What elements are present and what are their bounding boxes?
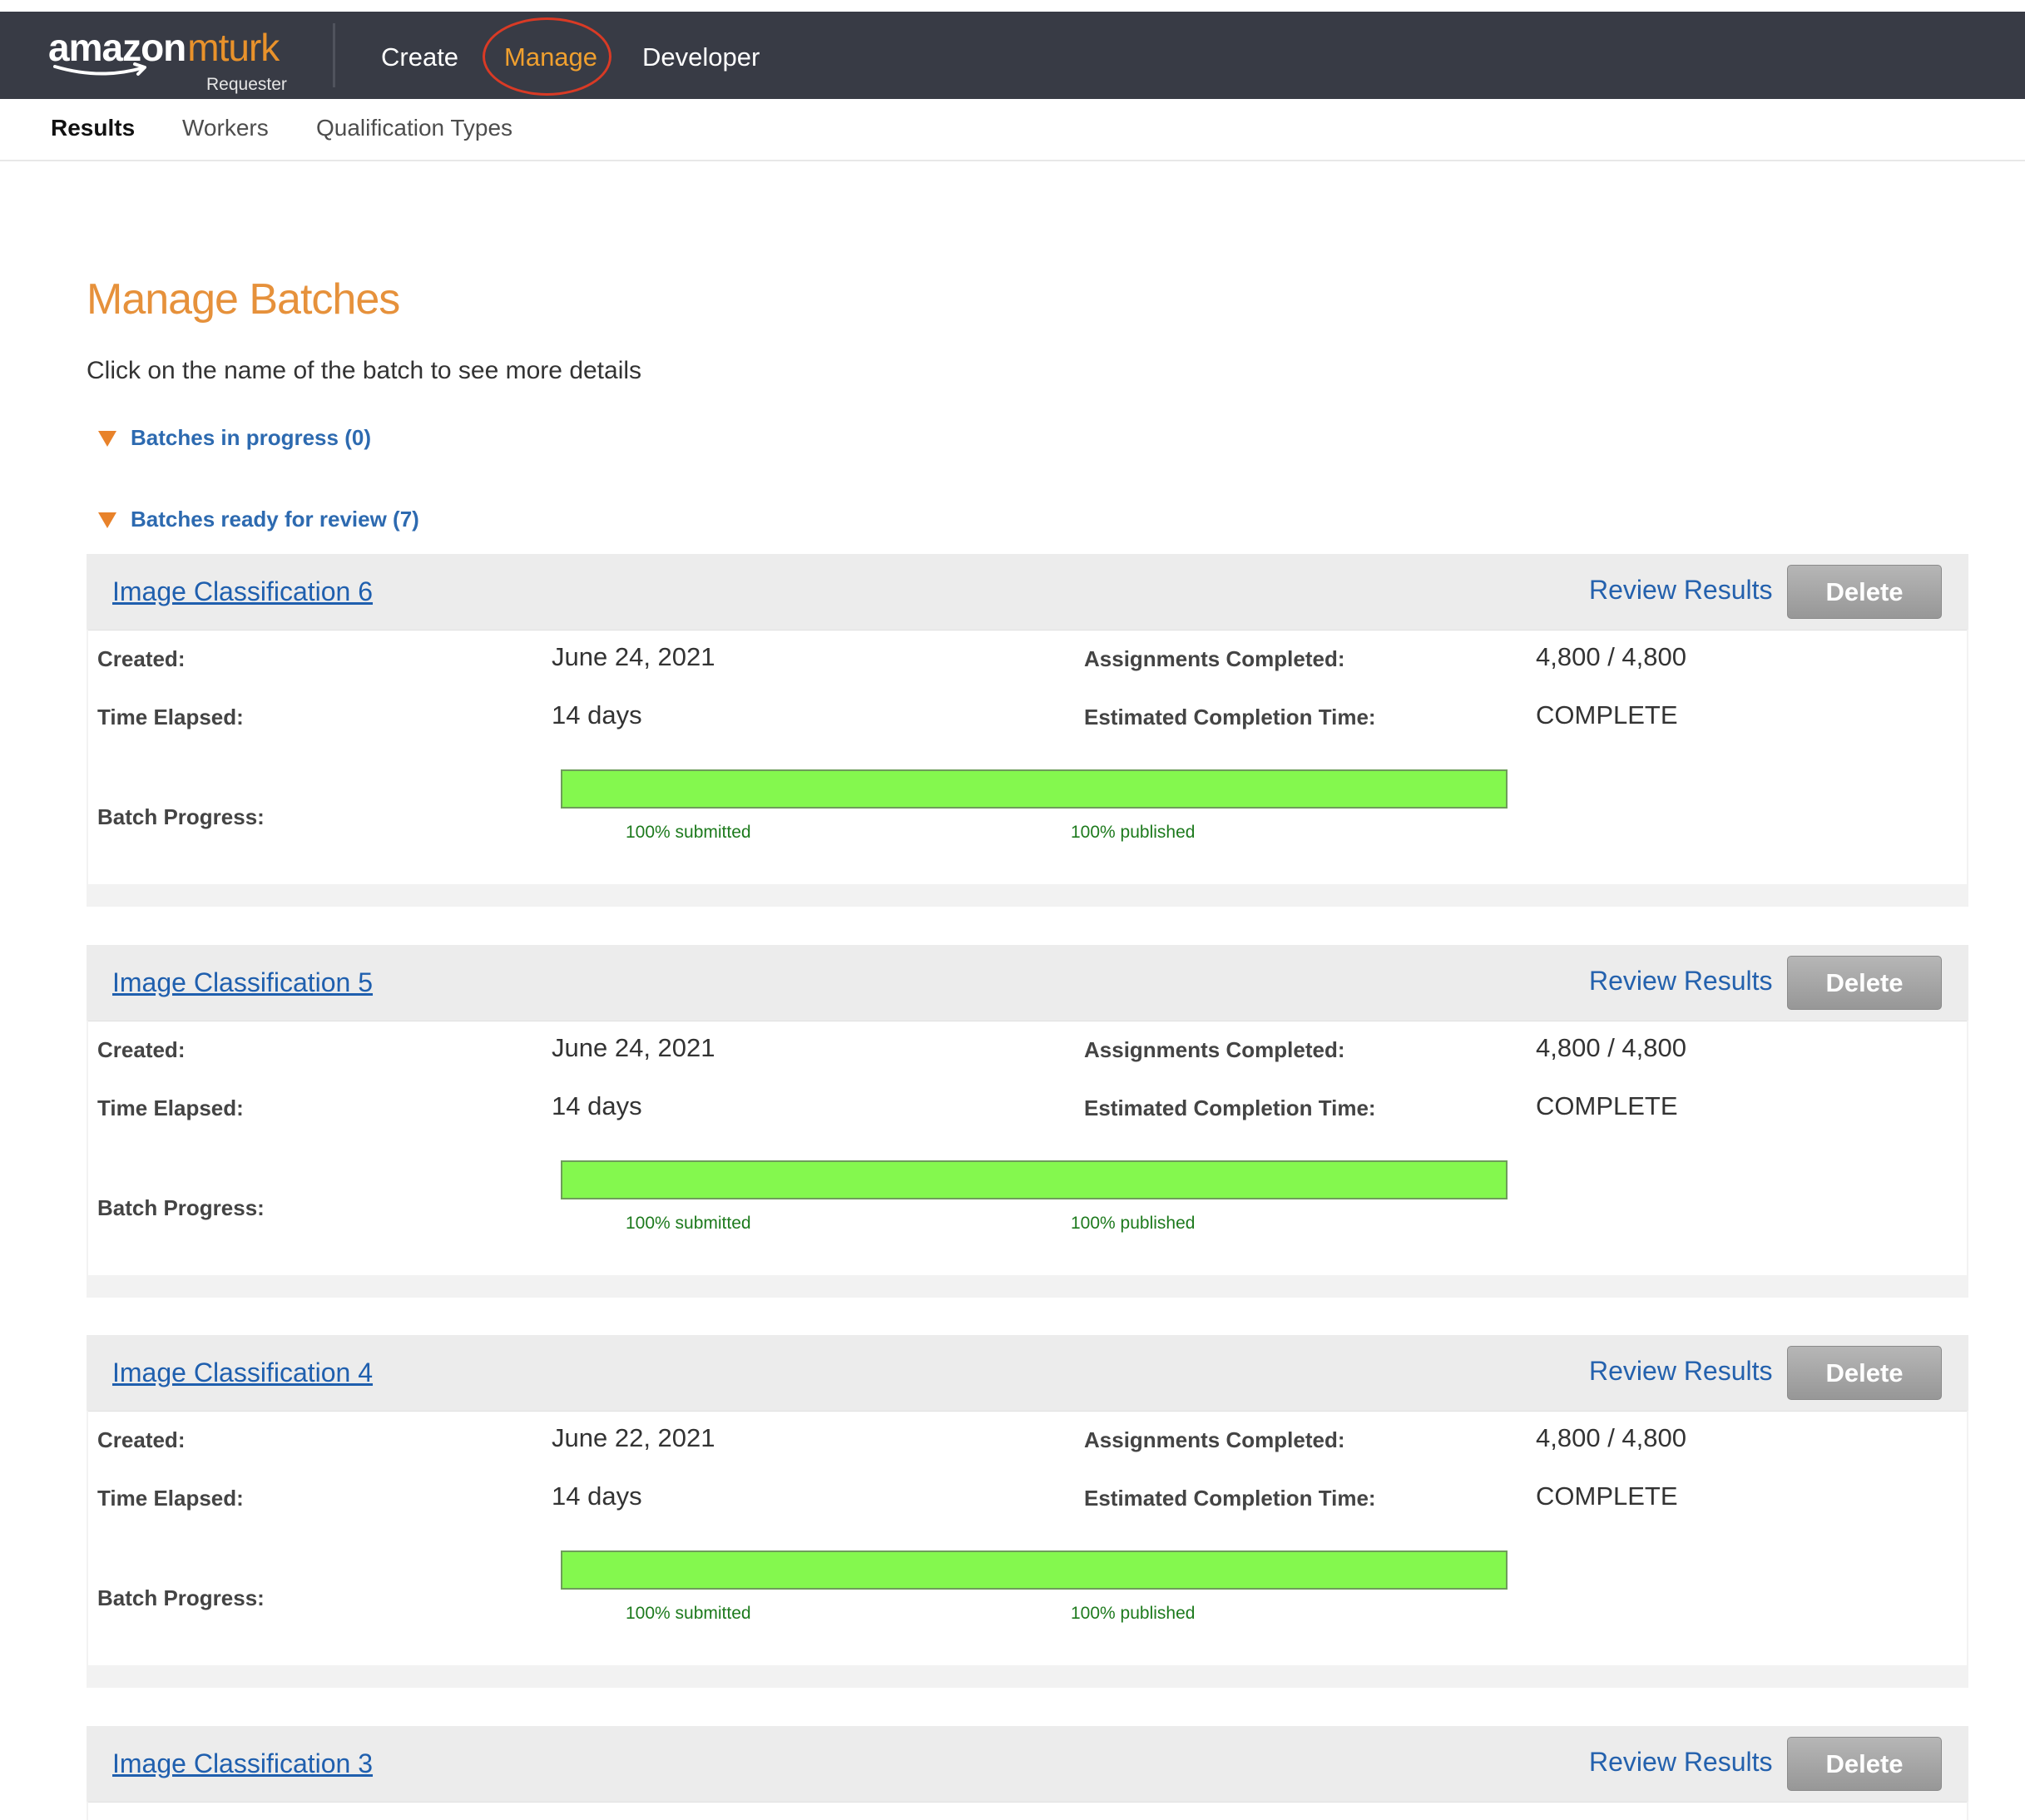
subnav-results[interactable]: Results [51,114,135,142]
estimated-completion-value: COMPLETE [1536,1091,1678,1120]
submitted-percent: 100% submitted [626,1604,751,1623]
review-results-link[interactable]: Review Results [1589,965,1773,997]
nav-create[interactable]: Create [381,38,458,77]
batch-name-link[interactable]: Image Classification 3 [112,1748,373,1779]
time-elapsed-value: 14 days [552,1091,642,1120]
batch-progress-bar [561,769,1508,809]
estimated-completion-value: COMPLETE [1536,700,1678,729]
created-value: June 24, 2021 [552,642,715,671]
nav-developer[interactable]: Developer [642,38,760,77]
review-results-link[interactable]: Review Results [1589,1746,1773,1778]
estimated-completion-label: Estimated Completion Time: [1084,705,1376,729]
created-label: Created: [97,1427,186,1452]
subnav-workers[interactable]: Workers [182,114,269,142]
created-value: June 24, 2021 [552,1033,715,1062]
time-elapsed-value: 14 days [552,700,642,729]
published-percent: 100% published [1071,1214,1196,1233]
subnav-qualification-types[interactable]: Qualification Types [316,114,512,142]
time-elapsed-label: Time Elapsed: [97,705,244,729]
created-label: Created: [97,646,186,671]
published-percent: 100% published [1071,1604,1196,1623]
review-results-link[interactable]: Review Results [1589,1355,1773,1387]
time-elapsed-label: Time Elapsed: [97,1486,244,1511]
time-elapsed-value: 14 days [552,1481,642,1511]
batch-header: Image Classification 3 Review Results De… [87,1726,1968,1802]
section-label-ready-for-review: Batches ready for review (7) [131,507,419,532]
logo-requester-text: Requester [206,75,287,94]
batch-progress-bar [561,1160,1508,1199]
assignments-completed-label: Assignments Completed: [1084,1427,1345,1452]
assignments-completed-label: Assignments Completed: [1084,1037,1345,1062]
batch-details [88,1802,1967,1820]
batch-progress-fill [562,771,1506,807]
delete-button[interactable]: Delete [1787,956,1942,1010]
assignments-completed-value: 4,800 / 4,800 [1536,1423,1686,1452]
batch-name-link[interactable]: Image Classification 6 [112,576,373,607]
triangle-down-icon [98,512,116,528]
amazon-mturk-logo[interactable]: amazonmturk Requester [48,25,298,100]
section-label-in-progress: Batches in progress (0) [131,425,371,450]
batch-progress-label: Batch Progress: [97,1585,265,1610]
nav-divider [333,23,335,87]
manage-annotation-circle [483,17,611,96]
triangle-down-icon [98,431,116,447]
batch-details: Created: June 24, 2021 Assignments Compl… [88,1021,1967,1275]
estimated-completion-label: Estimated Completion Time: [1084,1486,1376,1511]
batch-header: Image Classification 6 Review Results De… [87,554,1968,630]
created-label: Created: [97,1037,186,1062]
batch-progress-bar [561,1550,1508,1590]
batch-header: Image Classification 5 Review Results De… [87,945,1968,1021]
estimated-completion-value: COMPLETE [1536,1481,1678,1511]
top-navigation-bar: amazonmturk Requester Create Manage Deve… [0,12,2025,99]
batch-card: Image Classification 4 Review Results De… [87,1335,1968,1688]
batch-card: Image Classification 3 Review Results De… [87,1726,1968,1820]
estimated-completion-label: Estimated Completion Time: [1084,1095,1376,1120]
submitted-percent: 100% submitted [626,823,751,842]
delete-button[interactable]: Delete [1787,1737,1942,1791]
batch-details: Created: June 22, 2021 Assignments Compl… [88,1411,1967,1665]
delete-button[interactable]: Delete [1787,565,1942,619]
logo-mturk-text: mturk [187,26,280,69]
assignments-completed-value: 4,800 / 4,800 [1536,1033,1686,1062]
assignments-completed-value: 4,800 / 4,800 [1536,642,1686,671]
batch-progress-label: Batch Progress: [97,804,265,829]
batch-header: Image Classification 4 Review Results De… [87,1335,1968,1411]
page-instruction: Click on the name of the batch to see mo… [87,357,642,384]
published-percent: 100% published [1071,823,1196,842]
batch-progress-fill [562,1162,1506,1198]
delete-button[interactable]: Delete [1787,1346,1942,1400]
batch-card: Image Classification 5 Review Results De… [87,945,1968,1298]
batch-card: Image Classification 6 Review Results De… [87,554,1968,907]
review-results-link[interactable]: Review Results [1589,574,1773,606]
amazon-smile-icon [53,62,146,76]
batch-name-link[interactable]: Image Classification 5 [112,967,373,998]
time-elapsed-label: Time Elapsed: [97,1095,244,1120]
batch-progress-fill [562,1552,1506,1588]
submitted-percent: 100% submitted [626,1214,751,1233]
batch-name-link[interactable]: Image Classification 4 [112,1357,373,1388]
batch-progress-label: Batch Progress: [97,1195,265,1220]
batch-details: Created: June 24, 2021 Assignments Compl… [88,630,1967,884]
sub-navigation: Results Workers Qualification Types [0,99,2025,161]
created-value: June 22, 2021 [552,1423,715,1452]
page-title: Manage Batches [87,275,400,324]
assignments-completed-label: Assignments Completed: [1084,646,1345,671]
